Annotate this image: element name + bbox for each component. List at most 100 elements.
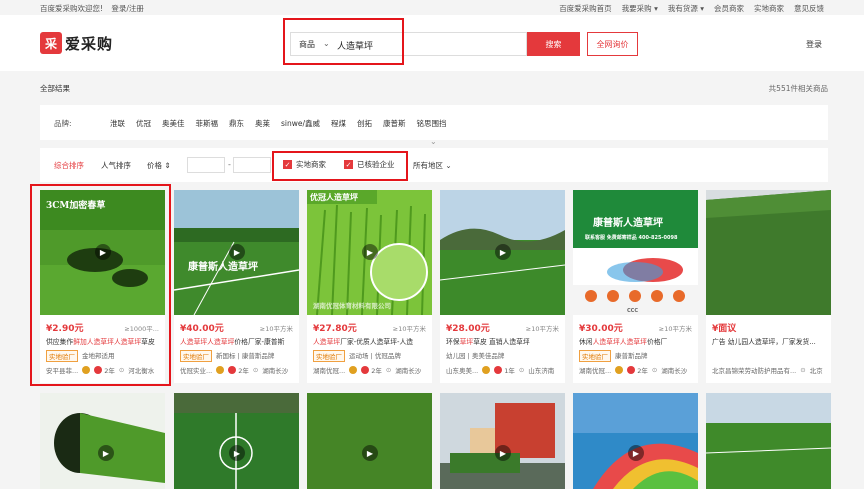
brand-item[interactable]: 奥美佳 (162, 118, 185, 129)
shield-icon (228, 366, 237, 374)
medal-icon (216, 366, 225, 374)
product-title[interactable]: 环保草坪草皮 直销人造草坪 (446, 336, 561, 346)
product-card[interactable]: ¥面议 广告 幼儿园人造草坪，厂家发货... 北京昌锦荣劳动防护用品有... ⊙… (706, 190, 831, 383)
location-pin-icon: ⊙ (651, 366, 658, 374)
product-attr: 幼儿园 | 奥美佳品牌 (446, 352, 505, 360)
brand-item[interactable]: 菲斯福 (196, 118, 219, 129)
product-card[interactable]: ▶ (573, 393, 698, 489)
top-link-supply[interactable]: 我有货源 ▾ (668, 3, 704, 14)
play-icon[interactable]: ▶ (628, 445, 644, 461)
chevron-down-icon[interactable]: ⌄ (323, 39, 330, 48)
top-link-buy[interactable]: 我要采购 ▾ (622, 3, 658, 14)
product-price: ¥28.00元 (446, 324, 490, 334)
title-highlight: 人造草坪人造草坪 (592, 338, 647, 346)
product-tags: 实地验厂 新国标 | 康普斯品牌 (180, 350, 274, 362)
product-card[interactable] (706, 393, 831, 489)
product-price: ¥27.80元 (313, 324, 357, 334)
play-icon[interactable]: ▶ (229, 445, 245, 461)
seller-years: 1年 (504, 367, 515, 375)
play-icon[interactable]: ▶ (495, 445, 511, 461)
verified-company-label: 已核验企业 (357, 160, 395, 169)
verified-company-checkbox[interactable]: ✓ 已核验企业 (344, 159, 395, 170)
seller-name[interactable]: 安平县菲... (46, 365, 78, 375)
brand-expand-chevron-icon[interactable]: ⌄ (430, 137, 437, 146)
product-image[interactable]: 康普斯人造草坪 ▶ (174, 190, 299, 315)
product-title[interactable]: 人造草坪厂家-优质人造草坪-人造 (313, 336, 428, 346)
shield-icon (627, 366, 636, 374)
title-text: 价格厂家-康普斯 (234, 338, 285, 346)
top-link-onsite[interactable]: 实地商家 (754, 3, 784, 14)
product-title[interactable]: 供应集作鲜加人造草坪人造草坪草皮 (46, 336, 161, 346)
product-title[interactable]: 休闲人造草坪人造草坪价格厂 (579, 336, 694, 346)
onsite-merchant-checkbox[interactable]: ✓ 实地商家 (283, 159, 326, 170)
brand-item[interactable]: 优冠 (136, 118, 151, 129)
compare-price-button[interactable]: 全网询价 (587, 32, 638, 56)
top-link-member[interactable]: 会员商家 (714, 3, 744, 14)
title-text: 草皮 (141, 338, 155, 346)
onsite-merchant-label: 实地商家 (296, 160, 326, 169)
seller-name[interactable]: 湖南优冠... (579, 365, 611, 375)
title-text: 价格厂 (646, 338, 668, 346)
brand-item[interactable]: sinwe/鑫威 (281, 118, 320, 129)
shield-icon (494, 366, 503, 374)
product-title[interactable]: 人造草坪人造草坪价格厂家-康普斯 (180, 336, 295, 346)
login-link[interactable]: 登录 (806, 39, 822, 50)
product-image[interactable]: 优冠人造草坪 湖南优冠体育材料有限公司 ▶ (307, 190, 432, 315)
brand-item[interactable]: 程煤 (331, 118, 346, 129)
product-card[interactable]: ▶ (174, 393, 299, 489)
product-card[interactable]: ▶ ¥28.00元 ≥10平方米 环保草坪草皮 直销人造草坪 幼儿园 | 奥美佳… (440, 190, 565, 383)
brand-item[interactable]: 铭思围挡 (417, 118, 447, 129)
sports-field-image (706, 393, 831, 489)
top-link-feedback[interactable]: 意见反馈 (794, 3, 824, 14)
product-card[interactable]: 康普斯人造草坪 ▶ ¥40.00元 ≥10平方米 人造草坪人造草坪价格厂家-康普… (174, 190, 299, 383)
play-icon[interactable]: ▶ (95, 244, 111, 260)
play-icon[interactable]: ▶ (495, 244, 511, 260)
product-image[interactable]: ▶ (440, 190, 565, 315)
medal-icon (349, 366, 358, 374)
site-logo[interactable]: 采 爱采购 (40, 32, 113, 54)
seller-name[interactable]: 湖南优冠... (313, 365, 345, 375)
region-select[interactable]: 所有地区 ⌄ (413, 160, 452, 171)
price-max-input[interactable] (233, 157, 271, 173)
brand-item[interactable]: 淮联 (110, 118, 125, 129)
onsite-tag: 实地验厂 (579, 350, 611, 362)
title-text: 休闲 (579, 338, 593, 346)
sort-price[interactable]: 价格 ⇕ (147, 160, 171, 171)
top-link-home[interactable]: 百度爱采购首页 (559, 3, 612, 14)
product-card[interactable]: ▶ (40, 393, 165, 489)
product-title[interactable]: 广告 幼儿园人造草坪，厂家发货... (712, 336, 827, 346)
seller-name[interactable]: 优冠实业... (180, 365, 212, 375)
brand-item[interactable]: 鼎东 (229, 118, 244, 129)
play-icon[interactable]: ▶ (362, 445, 378, 461)
product-tags: 实地验厂 康普斯品牌 (579, 350, 648, 362)
product-card[interactable]: 康普斯人造草坪 联系客服 免费邮寄样品 400-825-0098 CCC ¥30… (573, 190, 698, 383)
product-card[interactable]: ▶ (440, 393, 565, 489)
search-type-select[interactable]: 商品 (299, 39, 315, 50)
product-min-qty: ≥10平方米 (392, 325, 426, 333)
brand-item[interactable]: 康普斯 (383, 118, 406, 129)
play-icon[interactable]: ▶ (229, 244, 245, 260)
price-min-input[interactable] (187, 157, 225, 173)
seller-info: 湖南优冠... 2年 ⊙ 湖南长沙 (579, 365, 687, 375)
location-pin-icon: ⊙ (518, 366, 525, 374)
product-card[interactable]: 优冠人造草坪 湖南优冠体育材料有限公司 ▶ ¥27.80元 ≥10平方米 人造草… (307, 190, 432, 383)
product-image[interactable]: 康普斯人造草坪 联系客服 免费邮寄样品 400-825-0098 CCC (573, 190, 698, 315)
product-price: ¥40.00元 (180, 324, 224, 334)
seller-name[interactable]: 山东奥美... (446, 365, 478, 375)
title-text: 环保 (446, 338, 460, 346)
search-input[interactable] (337, 37, 517, 53)
seller-name[interactable]: 北京昌锦荣劳动防护用品有... (712, 365, 796, 375)
login-register-link[interactable]: 登录/注册 (111, 4, 144, 13)
play-icon[interactable]: ▶ (362, 244, 378, 260)
location-pin-icon: ⊙ (800, 366, 806, 374)
sort-popular[interactable]: 人气排序 (101, 160, 131, 171)
play-icon[interactable]: ▶ (98, 445, 114, 461)
brand-item[interactable]: 创拓 (357, 118, 372, 129)
brand-item[interactable]: 奥莱 (255, 118, 270, 129)
sort-default[interactable]: 综合排序 (54, 160, 84, 171)
search-button[interactable]: 搜索 (527, 32, 580, 56)
product-card[interactable]: 3CM加密春草 ▶ ¥2.90元 ≥1000平... 供应集作鲜加人造草坪人造草… (40, 190, 165, 383)
product-card[interactable]: ▶ (307, 393, 432, 489)
product-image[interactable] (706, 190, 831, 315)
product-image[interactable]: 3CM加密春草 ▶ (40, 190, 165, 315)
